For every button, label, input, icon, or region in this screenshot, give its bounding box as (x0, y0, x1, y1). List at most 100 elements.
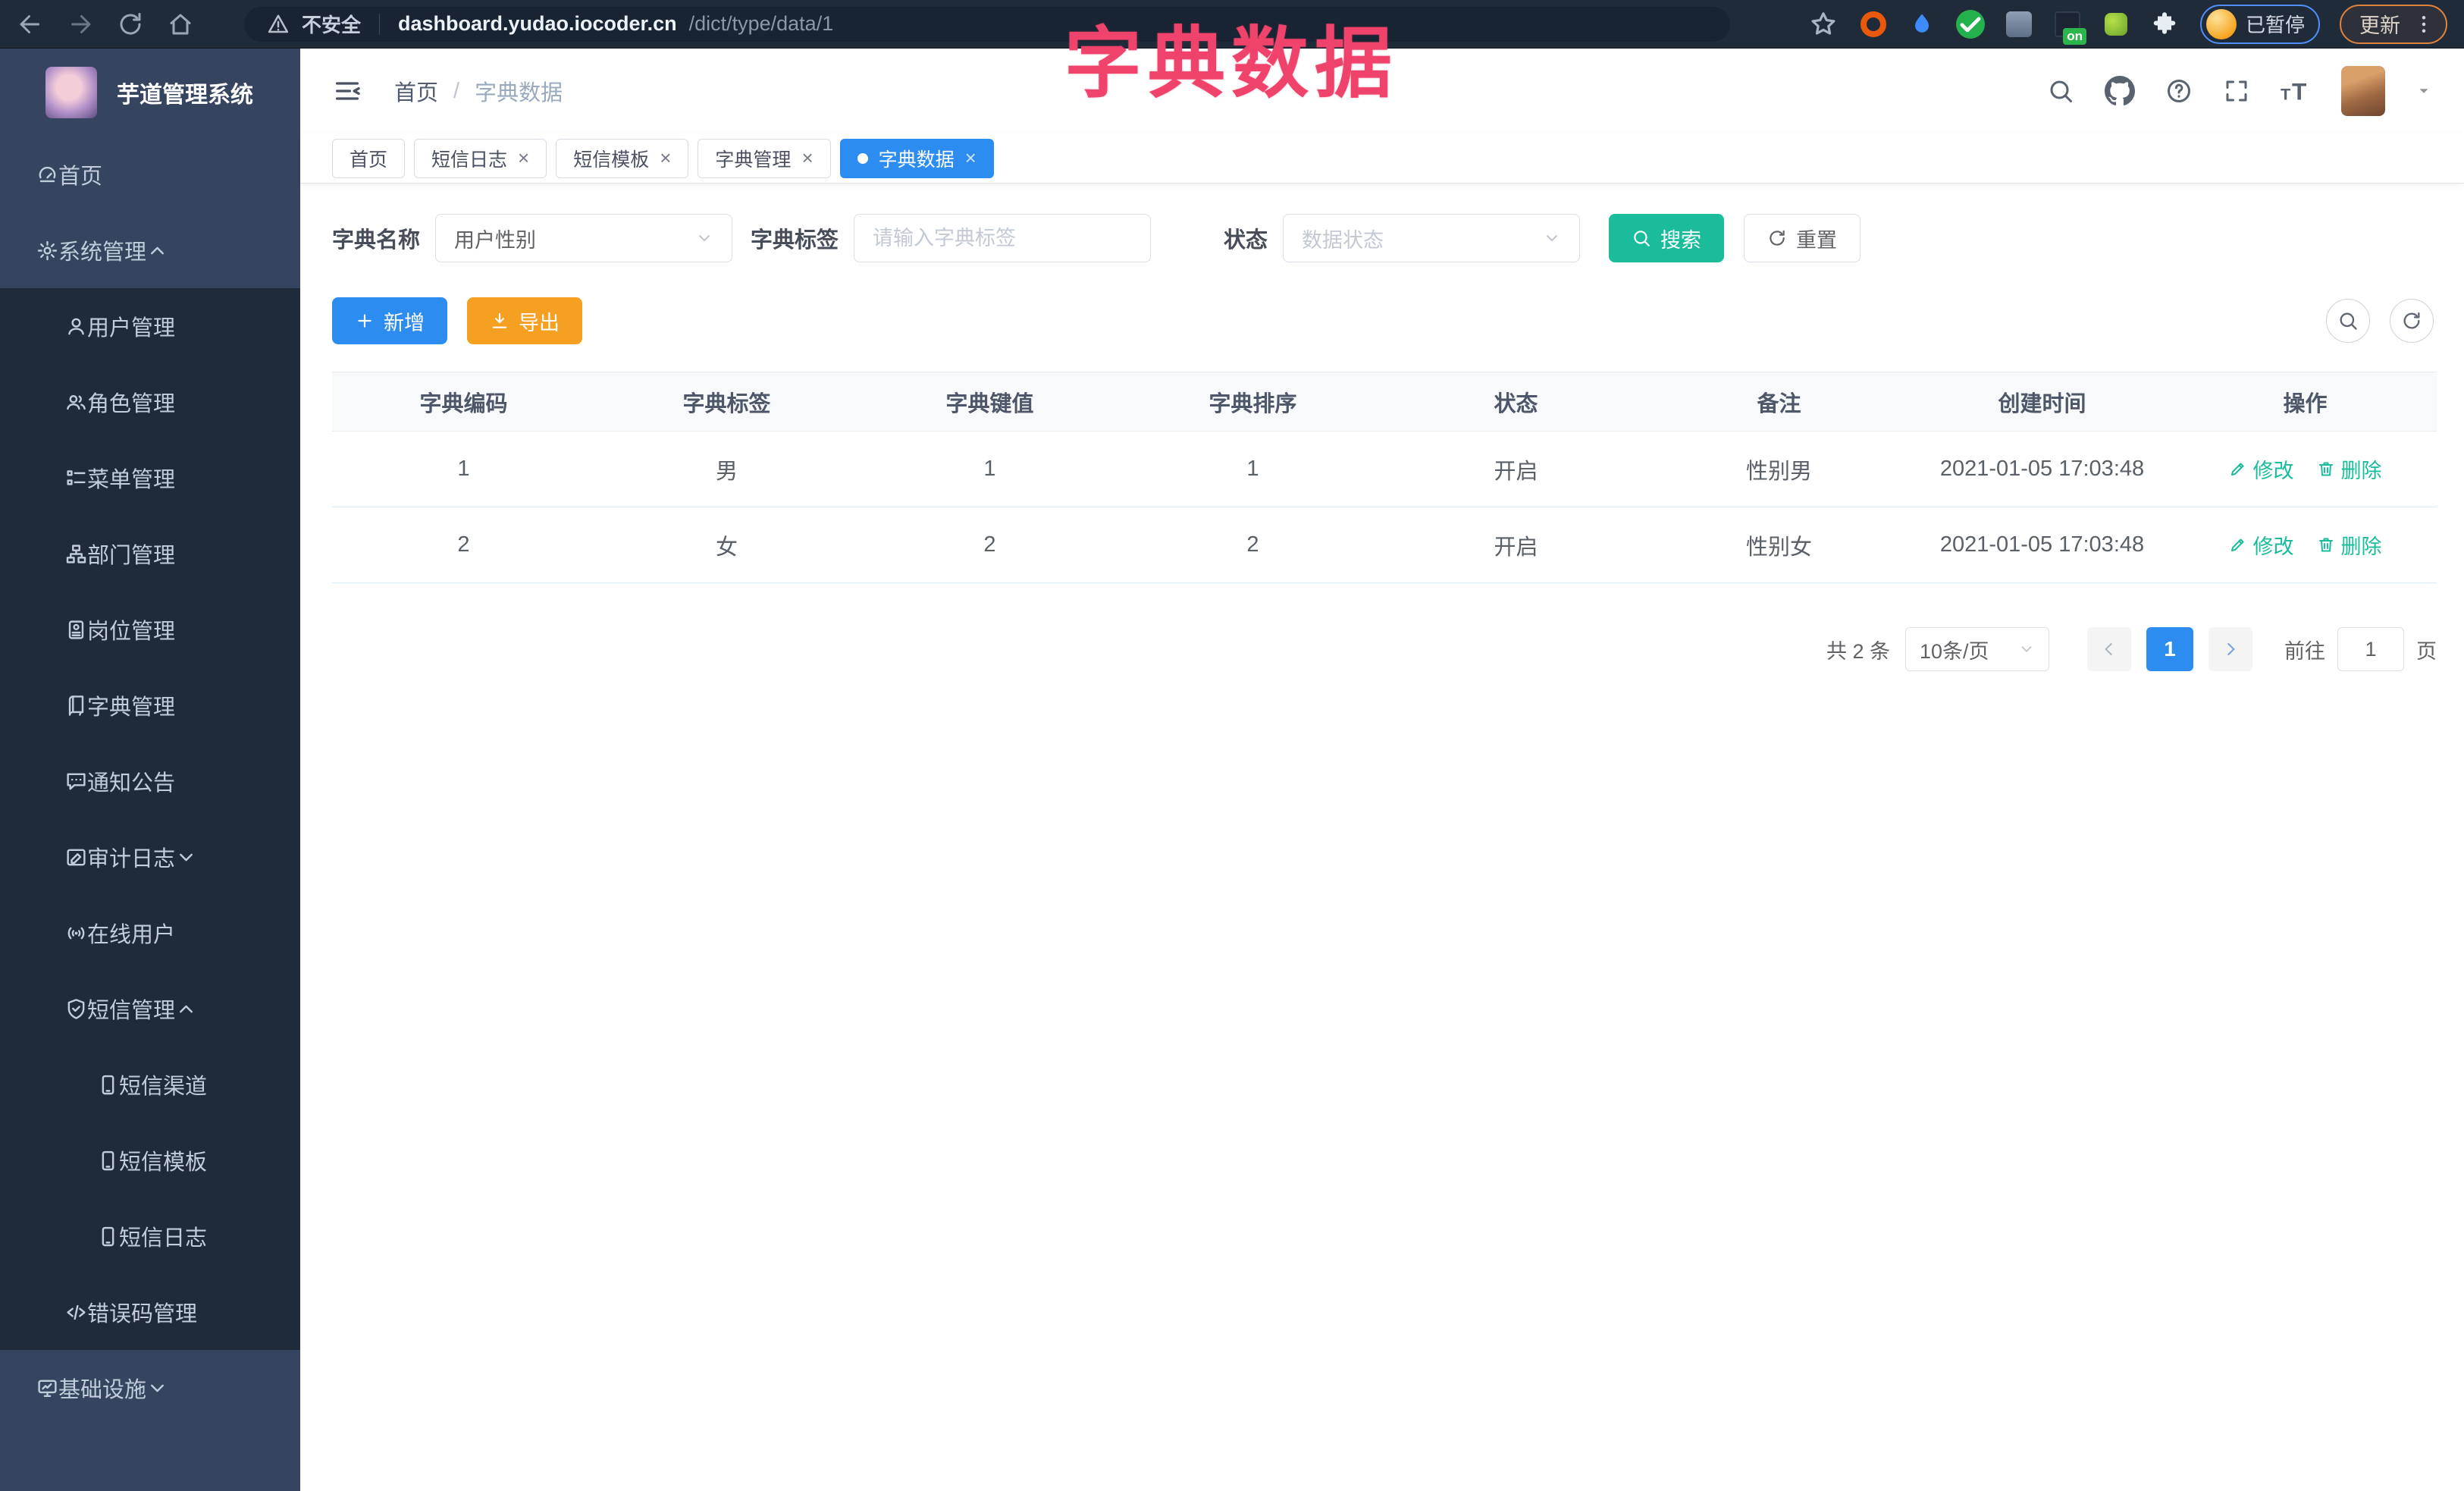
sidebar-item-首页[interactable]: 首页 (0, 137, 300, 212)
green-check-extension-icon[interactable] (1955, 8, 1986, 40)
sidebar-item-短信管理[interactable]: 短信管理 (0, 971, 300, 1047)
tab-字典管理[interactable]: 字典管理 × (698, 138, 831, 178)
dict-name-select[interactable]: 用户性别 (435, 214, 733, 262)
sidebar-item-label: 错误码管理 (87, 1302, 198, 1326)
gray-tool-extension-icon[interactable] (2003, 8, 2035, 40)
github-icon[interactable] (2105, 76, 2135, 106)
dict-data-table: 字典编码 字典标签 字典键值 字典排序 状态 备注 创建时间 操作 1 男 1 1 开启 性别男 2021-… (332, 372, 2437, 583)
refresh-table-button[interactable] (2390, 299, 2434, 343)
app-logo[interactable]: 芋道管理系统 (0, 49, 300, 137)
tab-首页[interactable]: 首页 (332, 138, 406, 178)
page-size-select[interactable]: 10条/页 (1905, 627, 2049, 671)
sidebar-collapse-icon[interactable] (332, 76, 362, 106)
tab-字典数据[interactable]: 字典数据 × (839, 138, 994, 178)
sidebar-item-基础设施[interactable]: 基础设施 (0, 1350, 300, 1426)
browser-update-button[interactable]: 更新 (2340, 4, 2447, 44)
sidebar-item-label: 字典管理 (87, 695, 176, 720)
green-leaf-extension-icon[interactable] (2100, 8, 2132, 40)
reset-button-label: 重置 (1796, 228, 1838, 252)
sidebar-item-在线用户[interactable]: 在线用户 (0, 895, 300, 971)
add-button[interactable]: 新增 (332, 297, 447, 344)
address-bar[interactable]: 不安全 dashboard.yudao.iocoder.cn /dict/typ… (244, 6, 1730, 42)
breadcrumb-home[interactable]: 首页 (394, 75, 438, 107)
cell-operations: 修改 删除 (2174, 431, 2437, 507)
close-icon[interactable]: × (518, 146, 529, 170)
prev-page-button[interactable] (2087, 627, 2131, 671)
search-button[interactable]: 搜索 (1609, 214, 1725, 262)
not-secure-label: 不安全 (302, 14, 362, 36)
bookmark-star-icon[interactable] (1809, 10, 1838, 39)
current-page[interactable]: 1 (2146, 627, 2193, 671)
sidebar-item-系统管理[interactable]: 系统管理 (0, 212, 300, 288)
sidebar-item-label: 通知公告 (87, 771, 176, 796)
font-size-icon[interactable]: TT (2281, 76, 2311, 106)
sidebar-item-label: 菜单管理 (87, 468, 176, 492)
blue-drop-extension-icon[interactable] (1906, 8, 1938, 40)
main-panel: 首页 / 字典数据 TT 首页 短信日志 × 短信模板 × 字典管理 × 字典数据 × 字典名称 (300, 49, 2464, 1491)
edit-link[interactable]: 修改 (2229, 530, 2294, 560)
fullscreen-icon[interactable] (2223, 77, 2250, 105)
id-badge-icon (65, 619, 87, 641)
page-size-value: 10条/页 (1920, 639, 1989, 663)
close-icon[interactable]: × (801, 146, 813, 170)
help-doc-icon[interactable] (2165, 77, 2193, 105)
trash-icon (2317, 535, 2335, 554)
sidebar-item-角色管理[interactable]: 角色管理 (0, 364, 300, 440)
column-header: 操作 (2174, 372, 2437, 432)
sidebar-item-用户管理[interactable]: 用户管理 (0, 288, 300, 364)
browser-actions: on 已暂停 更新 (1809, 4, 2447, 45)
status-label: 状态 (1224, 228, 1268, 253)
sidebar-item-短信渠道[interactable]: 短信渠道 (0, 1047, 300, 1122)
browser-profile-chip[interactable]: 已暂停 (2199, 4, 2320, 44)
reset-button[interactable]: 重置 (1744, 214, 1861, 262)
delete-link[interactable]: 删除 (2317, 454, 2382, 484)
phone-icon (97, 1150, 119, 1172)
sidebar-item-短信日志[interactable]: 短信日志 (0, 1198, 300, 1274)
table-row: 1 男 1 1 开启 性别男 2021-01-05 17:03:48 修改 删除 (332, 431, 2437, 507)
export-button[interactable]: 导出 (467, 297, 582, 344)
sidebar-item-短信模板[interactable]: 短信模板 (0, 1122, 300, 1198)
refresh-icon (2401, 310, 2422, 331)
user-menu-caret-icon[interactable] (2415, 83, 2432, 99)
dark-on-extension-icon[interactable]: on (2052, 8, 2086, 45)
orange-ring-extension-icon[interactable] (1857, 8, 1889, 40)
goto-suffix: 页 (2416, 639, 2437, 663)
browser-forward-icon[interactable] (67, 11, 94, 38)
sidebar-item-通知公告[interactable]: 通知公告 (0, 743, 300, 819)
sidebar-item-审计日志[interactable]: 审计日志 (0, 819, 300, 895)
edit-link[interactable]: 修改 (2229, 454, 2294, 484)
sidebar-item-菜单管理[interactable]: 菜单管理 (0, 440, 300, 516)
cell-status: 开启 (1384, 507, 1647, 583)
sidebar-item-错误码管理[interactable]: 错误码管理 (0, 1274, 300, 1350)
browser-menu-icon[interactable] (2412, 13, 2435, 36)
browser-reload-icon[interactable] (117, 11, 144, 38)
orange-ring-shape (1860, 11, 1886, 37)
cell-code: 1 (332, 431, 595, 507)
url-host: dashboard.yudao.iocoder.cn (398, 12, 677, 35)
tree-icon (65, 543, 87, 565)
browser-back-icon[interactable] (17, 11, 44, 38)
sidebar-item-岗位管理[interactable]: 岗位管理 (0, 592, 300, 667)
header-search-icon[interactable] (2047, 77, 2074, 105)
cell-created: 2021-01-05 17:03:48 (1911, 507, 2174, 583)
status-select[interactable]: 数据状态 (1283, 214, 1581, 262)
next-page-button[interactable] (2209, 627, 2252, 671)
profile-avatar-icon (2205, 8, 2237, 39)
close-icon[interactable]: × (965, 146, 977, 170)
tab-短信模板[interactable]: 短信模板 × (556, 138, 689, 178)
user-avatar[interactable] (2341, 66, 2385, 116)
toggle-search-button[interactable] (2326, 299, 2370, 343)
sidebar-item-字典管理[interactable]: 字典管理 (0, 667, 300, 743)
dict-tag-input[interactable] (854, 214, 1152, 262)
tab-短信日志[interactable]: 短信日志 × (414, 138, 547, 178)
delete-link[interactable]: 删除 (2317, 530, 2382, 560)
svg-text:T: T (2292, 78, 2306, 105)
breadcrumb-current: 字典数据 (475, 81, 563, 105)
delete-link-label: 删除 (2340, 535, 2382, 558)
close-icon[interactable]: × (660, 146, 671, 170)
browser-home-icon[interactable] (167, 11, 194, 38)
puzzle-extensions-icon[interactable] (2149, 8, 2180, 40)
sidebar-item-部门管理[interactable]: 部门管理 (0, 516, 300, 592)
goto-page-input[interactable] (2337, 627, 2404, 671)
sidebar-item-label: 短信模板 (119, 1150, 208, 1175)
